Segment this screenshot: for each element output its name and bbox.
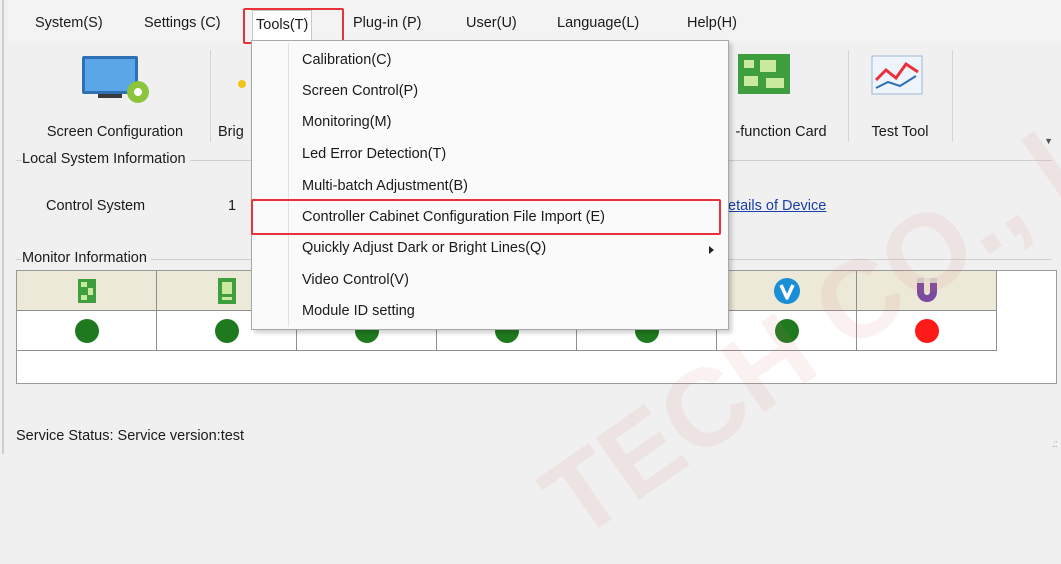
test-tool-button[interactable]: Test Tool: [852, 44, 948, 148]
sun-icon: [238, 80, 246, 88]
monitor-gear-icon: [82, 56, 149, 103]
menu-bar: System(S) Settings (C) Tools(T) Plug-in …: [8, 0, 1061, 44]
window-frame-edge: [2, 0, 4, 454]
service-status: Service Status: Service version:test: [16, 428, 245, 444]
toolbar-scroll-icon[interactable]: ▼: [1044, 136, 1053, 146]
screen-configuration-label: Screen Configuration: [46, 124, 184, 140]
menu-item-video-control[interactable]: Video Control(V): [302, 267, 409, 293]
control-system-value: 1: [228, 198, 237, 214]
menu-item-module-id-setting[interactable]: Module ID setting: [302, 298, 415, 324]
menu-system[interactable]: System(S): [32, 12, 106, 34]
test-chart-icon: [871, 55, 923, 95]
menu-help[interactable]: Help(H): [684, 12, 740, 34]
toolbar-separator: [952, 50, 953, 142]
menu-item-adjust-dark-bright-lines[interactable]: Quickly Adjust Dark or Bright Lines(Q): [302, 235, 546, 261]
monitor-status-cell: [17, 311, 157, 351]
menu-item-monitoring[interactable]: Monitoring(M): [302, 109, 391, 135]
multifunction-card-label: -function Card: [735, 124, 827, 140]
circuit-board-icon: [738, 54, 790, 94]
monitor-status-cell: [717, 311, 857, 351]
v-circle-icon: [773, 277, 800, 304]
menu-item-led-error-detection[interactable]: Led Error Detection(T): [302, 141, 446, 167]
menu-item-calibration[interactable]: Calibration(C): [302, 47, 391, 73]
monitor-header-cell: [857, 271, 997, 311]
status-ok-indicator: [774, 318, 799, 343]
menu-item-cabinet-config-import[interactable]: Controller Cabinet Configuration File Im…: [302, 204, 605, 230]
details-of-device-link[interactable]: etails of Device: [728, 198, 826, 214]
monitor-header-cell: [17, 271, 157, 311]
multifunction-card-button[interactable]: -function Card: [716, 44, 846, 148]
control-system-label: Control System: [46, 198, 146, 214]
receiving-card-icon: [77, 278, 96, 303]
magnet-icon: [916, 277, 937, 302]
menu-tools[interactable]: Tools(T): [252, 10, 313, 40]
menu-language[interactable]: Language(L): [554, 12, 642, 34]
menu-item-multi-batch-adjustment[interactable]: Multi-batch Adjustment(B): [302, 173, 468, 199]
monitor-title: Monitor Information: [22, 250, 151, 266]
status-error-indicator: [914, 318, 939, 343]
menu-user[interactable]: User(U): [463, 12, 520, 34]
status-ok-indicator: [214, 318, 239, 343]
monitor-header-cell: [717, 271, 857, 311]
screen-configuration-button[interactable]: Screen Configuration: [24, 44, 206, 148]
submenu-arrow-icon: [709, 246, 714, 254]
menu-settings[interactable]: Settings (C): [141, 12, 224, 34]
menu-icon-gutter: [288, 43, 289, 327]
status-ok-indicator: [74, 318, 99, 343]
menu-plugin[interactable]: Plug-in (P): [350, 12, 425, 34]
toolbar-separator: [848, 50, 849, 142]
local-system-title: Local System Information: [22, 151, 190, 167]
resize-grip-icon[interactable]: .::: [1052, 439, 1058, 450]
menu-item-screen-control[interactable]: Screen Control(P): [302, 78, 418, 104]
test-tool-label: Test Tool: [871, 124, 929, 140]
toolbar-separator: [210, 50, 211, 142]
tools-dropdown-menu: Calibration(C) Screen Control(P) Monitor…: [251, 40, 729, 330]
module-board-icon: [217, 277, 236, 304]
monitor-status-cell: [857, 311, 997, 351]
